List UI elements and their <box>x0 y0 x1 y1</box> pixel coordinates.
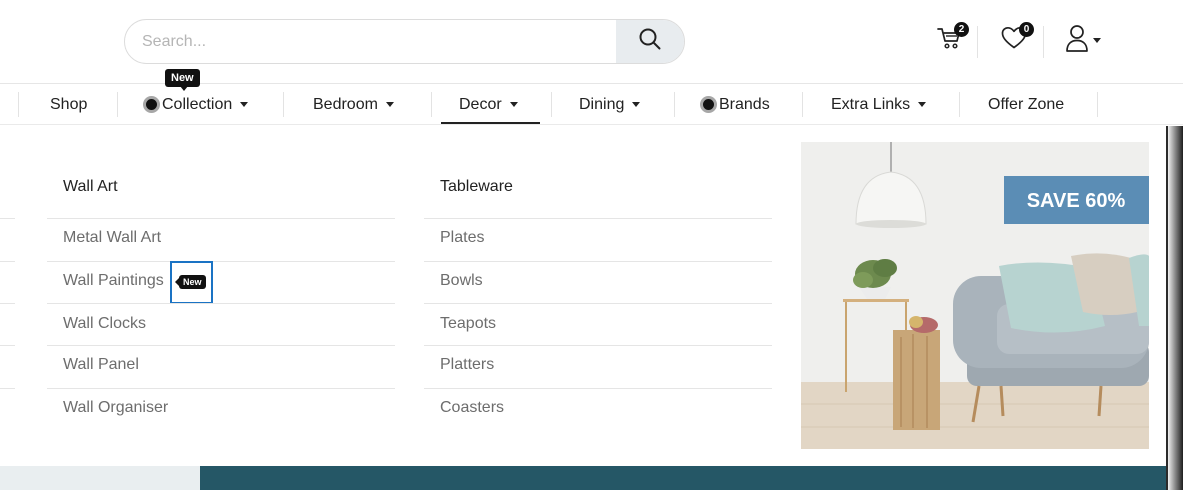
column-divider <box>424 218 772 219</box>
menu-link-wall-paintings[interactable]: Wall Paintings <box>63 272 164 290</box>
column-title-tableware: Tableware <box>440 178 513 195</box>
hero-background-edge <box>1166 126 1183 490</box>
nav-item-bedroom[interactable]: Bedroom <box>313 84 394 125</box>
row-divider <box>0 303 15 304</box>
row-divider <box>47 303 395 304</box>
menu-link-metal-wall-art[interactable]: Metal Wall Art <box>63 229 161 247</box>
row-divider <box>0 345 15 346</box>
nav-item-label: Extra Links <box>831 95 911 113</box>
collection-dot-icon <box>143 96 160 113</box>
menu-link-wall-clocks[interactable]: Wall Clocks <box>63 315 146 333</box>
cart-button[interactable]: 2 <box>933 22 969 58</box>
chevron-down-icon <box>240 102 249 107</box>
nav-item-label: Decor <box>459 95 502 113</box>
chevron-down-icon <box>918 102 927 107</box>
decor-mega-menu: Wall Art Metal Wall Art Wall Paintings N… <box>0 126 1166 466</box>
nav-divider <box>959 92 960 117</box>
chevron-down-icon <box>1093 37 1101 43</box>
divider <box>977 26 978 58</box>
nav-divider <box>283 92 284 117</box>
nav-item-collection[interactable]: Collection <box>143 84 249 125</box>
wishlist-count-badge: 0 <box>1019 22 1034 37</box>
row-divider <box>0 261 15 262</box>
nav-item-extra-links[interactable]: Extra Links <box>831 84 927 125</box>
search-input[interactable] <box>125 20 616 63</box>
focus-highlight <box>170 261 213 304</box>
nav-item-label: Bedroom <box>313 95 378 113</box>
row-divider <box>47 261 395 262</box>
nav-item-offer-zone[interactable]: Offer Zone <box>988 84 1064 125</box>
promo-banner-text: SAVE 60% <box>1027 190 1126 212</box>
nav-divider <box>1097 92 1098 117</box>
cart-count-badge: 2 <box>954 22 969 37</box>
nav-divider <box>18 92 19 117</box>
menu-link-wall-panel[interactable]: Wall Panel <box>63 356 139 374</box>
account-menu[interactable] <box>1060 22 1106 58</box>
brands-dot-icon <box>700 96 717 113</box>
row-divider <box>47 388 395 389</box>
row-divider <box>0 218 15 219</box>
chevron-down-icon <box>632 102 641 107</box>
hero-background-teal <box>200 466 1183 490</box>
nav-item-shop[interactable]: Shop <box>50 84 87 125</box>
row-divider <box>424 388 772 389</box>
nav-item-label: Brands <box>719 95 770 113</box>
nav-divider <box>431 92 432 117</box>
menu-link-plates[interactable]: Plates <box>440 229 484 247</box>
row-divider <box>0 388 15 389</box>
chevron-down-icon <box>385 102 394 107</box>
nav-item-label: Shop <box>50 95 88 113</box>
nav-divider <box>551 92 552 117</box>
search-icon <box>639 28 661 55</box>
nav-divider <box>117 92 118 117</box>
nav-item-decor[interactable]: Decor <box>459 84 518 125</box>
nav-item-dining[interactable]: Dining <box>579 84 641 125</box>
user-icon <box>1065 24 1089 57</box>
menu-link-wall-organiser[interactable]: Wall Organiser <box>63 399 168 417</box>
nav-item-label: Offer Zone <box>988 95 1065 113</box>
divider <box>1043 26 1044 58</box>
new-badge: New <box>165 69 200 91</box>
menu-link-coasters[interactable]: Coasters <box>440 399 504 417</box>
menu-link-platters[interactable]: Platters <box>440 356 494 374</box>
active-nav-indicator <box>441 122 540 124</box>
wishlist-button[interactable]: 0 <box>998 22 1034 58</box>
column-divider <box>47 218 395 219</box>
search-button[interactable] <box>616 20 684 63</box>
search-bar <box>124 19 685 64</box>
nav-item-label: Collection <box>162 95 233 113</box>
promo-banner-image[interactable]: SAVE 60% <box>801 142 1149 449</box>
row-divider <box>424 345 772 346</box>
chevron-down-icon <box>509 102 518 107</box>
nav-divider <box>674 92 675 117</box>
row-divider <box>424 303 772 304</box>
menu-link-teapots[interactable]: Teapots <box>440 315 496 333</box>
nav-item-brands[interactable]: Brands <box>700 84 770 125</box>
main-nav: Shop Collection Bedroom Decor Dining Bra… <box>0 84 1183 125</box>
nav-divider <box>802 92 803 117</box>
menu-link-bowls[interactable]: Bowls <box>440 272 483 290</box>
row-divider <box>424 261 772 262</box>
row-divider <box>47 345 395 346</box>
column-title-wall-art: Wall Art <box>63 178 118 195</box>
nav-item-label: Dining <box>579 95 625 113</box>
